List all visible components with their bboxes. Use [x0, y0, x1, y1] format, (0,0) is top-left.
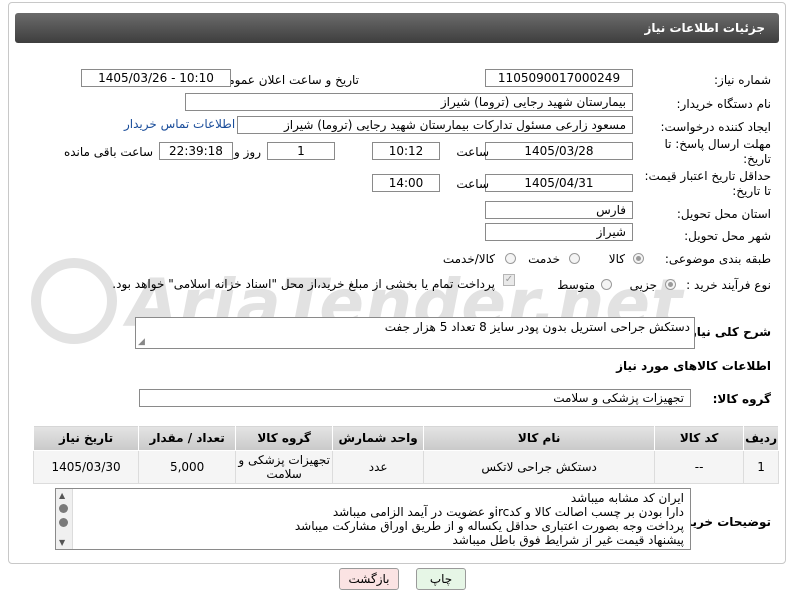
goods-group-field: تجهیزات پزشکی و سلامت: [139, 389, 691, 407]
validity-date-field: 1405/04/31: [485, 174, 633, 192]
note-line: پیشنهاد قیمت غیر از شرایط فوق باطل میباش…: [452, 533, 684, 547]
note-line: پرداخت وجه بصورت اعتباری حداقل یکساله و …: [294, 519, 684, 533]
process-radio-minor[interactable]: [665, 279, 676, 290]
table-row: 1 -- دستکش جراحی لاتکس عدد تجهیزات پزشکی…: [32, 450, 779, 484]
notes-text: ایران کد مشابه میباشد دارا بودن بر چسب ا…: [295, 491, 684, 547]
deadline-label: مهلت ارسال پاسخ: تا تاریخ:: [664, 137, 771, 166]
category-radio-service[interactable]: [569, 253, 580, 264]
cell-unit: عدد: [332, 450, 425, 484]
scroll-dot-icon: [59, 518, 68, 527]
deadline-time-field: 10:12: [372, 142, 440, 160]
buyer-field: بیمارستان شهید رجایی (تروما) شیراز: [185, 93, 633, 111]
province-label: استان محل تحویل:: [676, 207, 771, 221]
city-field: شیراز: [485, 223, 633, 241]
creator-label: ایجاد کننده درخواست:: [660, 120, 771, 134]
scroll-down-icon[interactable]: ▼: [59, 538, 65, 547]
back-button[interactable]: بازگشت: [339, 568, 399, 590]
buyer-label: نام دستگاه خریدار:: [676, 97, 772, 111]
process-option-minor: جزیی: [629, 278, 657, 292]
buyer-notes-field: ▲ ▼ ایران کد مشابه میباشد دارا بودن بر چ…: [55, 488, 691, 550]
cell-name: دستکش جراحی لاتکس: [423, 450, 656, 484]
category-option-service: خدمت: [528, 252, 560, 266]
validity-label: حداقل تاریخ اعتبار قیمت: تا تاریخ:: [644, 169, 771, 198]
city-label: شهر محل تحویل:: [684, 229, 771, 243]
print-button[interactable]: چاپ: [416, 568, 466, 590]
category-option-goods: کالا: [608, 252, 625, 266]
payment-checkbox[interactable]: ✓: [503, 274, 515, 286]
remaining-time-field: 22:39:18: [159, 142, 233, 160]
goods-group-label: گروه کالا:: [712, 392, 771, 406]
col-group: گروه کالا: [235, 425, 334, 451]
category-label: طبقه بندی موضوعی:: [664, 252, 771, 266]
process-label: نوع فرآیند خرید :: [686, 278, 771, 292]
payment-note: پرداخت تمام یا بخشی از مبلغ خرید،از محل …: [112, 277, 495, 291]
description-field: دستکش جراحی استریل بدون پودر سایز 8 تعدا…: [135, 317, 695, 349]
description-label: شرح کلی نیاز:: [685, 325, 771, 339]
cell-quantity: 5,000: [138, 450, 237, 484]
buyer-contact-link[interactable]: اطلاعات تماس خریدار: [124, 117, 235, 131]
need-number-label: شماره نیاز:: [714, 73, 771, 87]
validity-time-field: 14:00: [372, 174, 440, 192]
creator-field: مسعود زارعی مسئول تدارکات بیمارستان شهید…: [237, 116, 633, 134]
deadline-time-label: ساعت: [456, 145, 489, 159]
details-panel: AriaTender.net جزئیات اطلاعات نیاز شماره…: [8, 2, 786, 564]
announce-field: 1405/03/26 - 10:10: [81, 69, 231, 87]
cell-group: تجهیزات پزشکی و سلامت: [235, 450, 334, 484]
province-field: فارس: [485, 201, 633, 219]
cell-code: --: [654, 450, 745, 484]
process-radio-medium[interactable]: [601, 279, 612, 290]
resize-grip-icon: ◢: [138, 337, 145, 347]
announce-label: تاریخ و ساعت اعلان عمومی:: [214, 73, 359, 87]
need-number-field: 1105090017000249: [485, 69, 633, 87]
col-date: تاریخ نیاز: [32, 425, 140, 451]
watermark-logo-icon: [31, 258, 117, 344]
col-row: ردیف: [743, 425, 779, 451]
validity-time-label: ساعت: [456, 177, 489, 191]
days-field: 1: [267, 142, 335, 160]
days-label: روز و: [234, 145, 261, 159]
scroll-up-icon[interactable]: ▲: [59, 491, 65, 500]
col-quantity: تعداد / مقدار: [138, 425, 237, 451]
category-option-goods-service: کالا/خدمت: [442, 252, 495, 266]
panel-header: جزئیات اطلاعات نیاز: [15, 13, 779, 43]
goods-section-title: اطلاعات کالاهای مورد نیاز: [616, 359, 771, 373]
scroll-dot-icon: [59, 504, 68, 513]
col-code: کد کالا: [654, 425, 745, 451]
deadline-date-field: 1405/03/28: [485, 142, 633, 160]
cell-date: 1405/03/30: [32, 450, 140, 484]
table-header-row: ردیف کد کالا نام کالا واحد شمارش گروه کا…: [32, 425, 779, 451]
description-text: دستکش جراحی استریل بدون پودر سایز 8 تعدا…: [384, 320, 690, 334]
note-line: ایران کد مشابه میباشد: [570, 491, 684, 505]
note-line: دارا بودن بر چسب اصالت کالا و کدircو عضو…: [332, 505, 684, 519]
items-table: ردیف کد کالا نام کالا واحد شمارش گروه کا…: [32, 425, 779, 484]
notes-scrollbar[interactable]: ▲ ▼: [56, 489, 73, 549]
process-option-medium: متوسط: [557, 278, 595, 292]
category-radio-goods-service[interactable]: [505, 253, 516, 264]
col-unit: واحد شمارش: [332, 425, 425, 451]
remaining-label: ساعت باقی مانده: [63, 145, 153, 159]
col-name: نام کالا: [423, 425, 656, 451]
cell-row: 1: [743, 450, 779, 484]
category-radio-goods[interactable]: [633, 253, 644, 264]
